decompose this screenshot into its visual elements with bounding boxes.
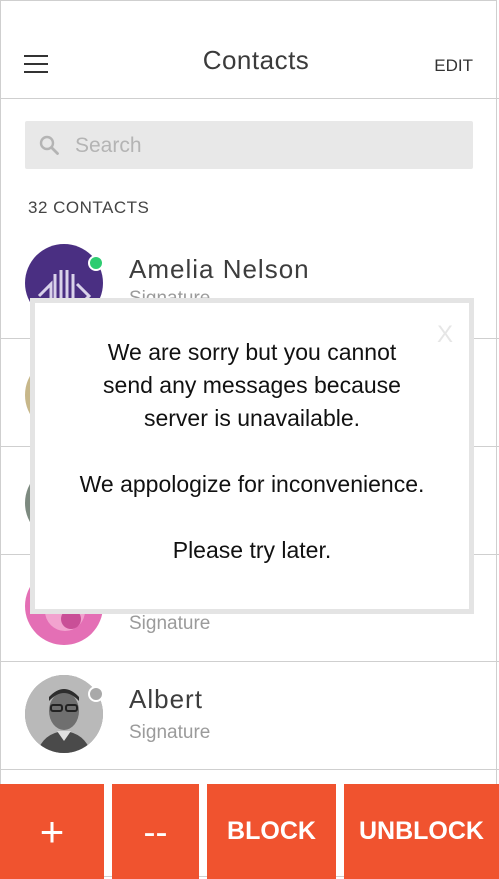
remove-contact-button[interactable]: --: [112, 784, 199, 879]
dialog-message-line: We appologize for inconvenience.: [79, 471, 425, 497]
dialog-message-line: We are sorry but you cannot: [107, 339, 397, 365]
contacts-count: 32 CONTACTS: [28, 198, 150, 217]
contact-signature: Signature: [129, 722, 211, 743]
search-bar[interactable]: [25, 121, 473, 171]
search-input[interactable]: [73, 121, 457, 171]
offline-status-indicator: [88, 686, 104, 702]
top-bar: Contacts EDIT: [0, 0, 499, 99]
online-status-indicator: [88, 255, 104, 271]
error-dialog: X We are sorry but you cannot send any m…: [30, 298, 474, 614]
dialog-message: We are sorry but you cannot send any mes…: [35, 336, 469, 567]
dialog-message-line: Please try later.: [172, 537, 332, 563]
contact-name: Albert: [129, 684, 203, 714]
search-icon: [39, 135, 59, 155]
list-item[interactable]: Albert Signature: [0, 661, 499, 770]
edit-button[interactable]: EDIT: [434, 56, 473, 76]
dialog-message-line: server is unavailable.: [143, 405, 361, 431]
block-button[interactable]: BLOCK: [207, 784, 336, 879]
page-title: Contacts: [202, 45, 310, 75]
contact-name: Amelia Nelson: [129, 254, 310, 284]
dialog-message-line: send any messages because: [103, 372, 401, 398]
unblock-button[interactable]: UNBLOCK: [344, 784, 499, 879]
contact-signature: Signature: [129, 613, 211, 634]
add-contact-button[interactable]: +: [0, 784, 104, 879]
